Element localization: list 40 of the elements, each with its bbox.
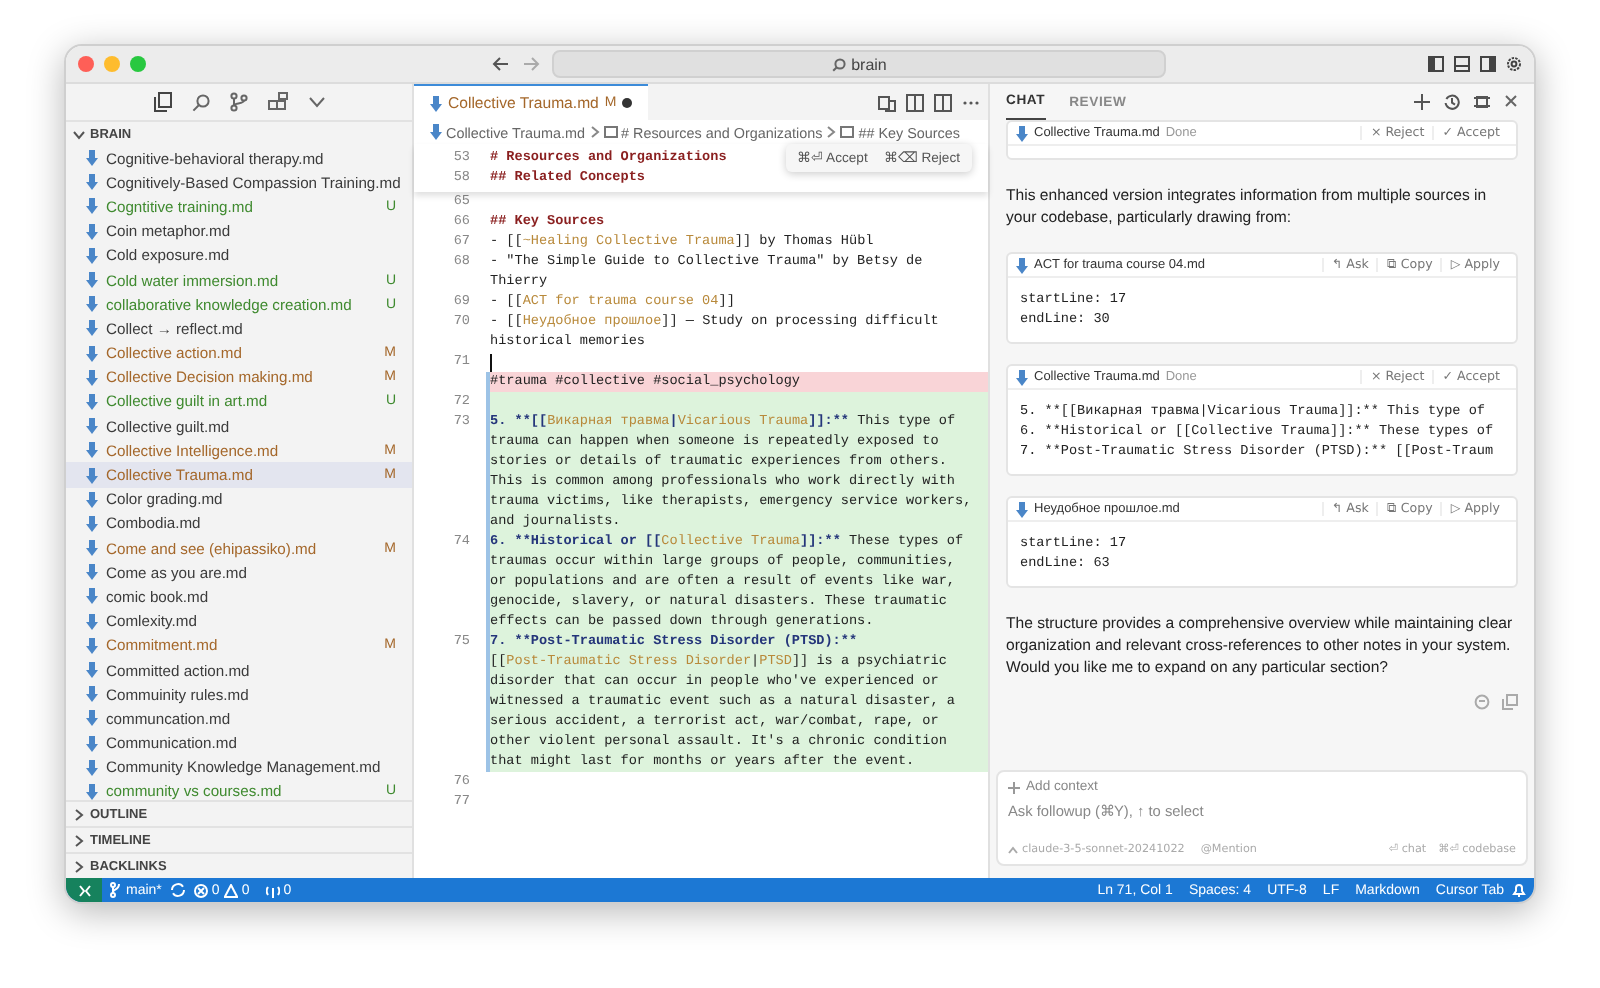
compare-icon[interactable] bbox=[878, 93, 896, 111]
settings-icon[interactable] bbox=[1506, 56, 1522, 72]
left-panel-icon[interactable] bbox=[1428, 56, 1444, 72]
plus-icon bbox=[1008, 781, 1020, 793]
search-field[interactable]: brain bbox=[552, 50, 1166, 78]
bottom-panel-icon[interactable] bbox=[1454, 56, 1470, 72]
frame-icon[interactable] bbox=[1474, 94, 1490, 110]
chevron-right-icon bbox=[826, 126, 837, 138]
right-panel-icon[interactable] bbox=[1480, 56, 1496, 72]
close-icon[interactable] bbox=[1504, 94, 1518, 108]
history-icon[interactable] bbox=[1444, 94, 1460, 110]
preview-icon[interactable] bbox=[906, 93, 924, 111]
bell-icon[interactable] bbox=[1512, 882, 1526, 898]
branch-icon bbox=[110, 882, 122, 898]
symbol-icon bbox=[840, 126, 855, 138]
more-icon[interactable] bbox=[962, 99, 980, 105]
plus-icon[interactable] bbox=[1414, 94, 1430, 110]
search-icon[interactable] bbox=[191, 93, 209, 111]
symbol-icon bbox=[603, 126, 618, 138]
sync-icon[interactable] bbox=[169, 882, 186, 898]
chevron-down-icon bbox=[72, 127, 86, 141]
search-icon bbox=[831, 57, 846, 71]
close-window-button[interactable] bbox=[78, 56, 94, 72]
down-arrow-icon bbox=[1016, 501, 1028, 517]
chevron-down-icon[interactable] bbox=[307, 96, 325, 108]
warning-icon bbox=[223, 883, 238, 897]
remote-icon bbox=[77, 883, 91, 897]
antenna-icon bbox=[265, 883, 280, 897]
error-icon bbox=[193, 883, 208, 897]
down-arrow-icon bbox=[1016, 369, 1028, 385]
remote-button[interactable] bbox=[66, 878, 102, 902]
chevron-up-icon bbox=[1008, 846, 1018, 854]
branch-icon[interactable] bbox=[229, 92, 247, 112]
down-arrow-icon bbox=[1016, 257, 1028, 273]
files-icon[interactable] bbox=[153, 92, 171, 112]
back-arrow-icon[interactable] bbox=[492, 56, 510, 72]
down-arrow-icon bbox=[1016, 125, 1028, 141]
blocks-icon[interactable] bbox=[267, 92, 287, 112]
chevron-right-icon bbox=[589, 126, 600, 138]
split-editor-icon[interactable] bbox=[934, 93, 952, 111]
